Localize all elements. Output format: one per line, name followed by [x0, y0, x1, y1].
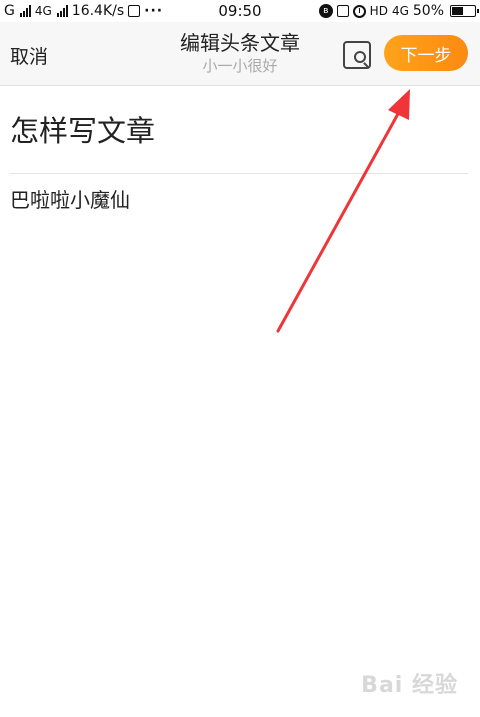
hd-label: HD [369, 4, 388, 18]
toolbar-title-group: 编辑头条文章 小一小很好 [140, 30, 340, 76]
preview-button[interactable] [343, 41, 371, 69]
status-right: ʙ HD 4G 50% [318, 3, 479, 19]
editor-toolbar: 取消 编辑头条文章 小一小很好 下一步 [0, 22, 480, 86]
signal-icon [19, 5, 31, 17]
article-body-field[interactable]: 巴啦啦小魔仙 [10, 184, 130, 213]
network-type-1: G [4, 3, 15, 19]
battery-fill [452, 7, 463, 15]
arrow-shaft [276, 110, 401, 333]
divider [10, 173, 468, 174]
bluetooth-icon: ʙ [318, 4, 333, 18]
vibrate-icon [336, 5, 349, 17]
battery-icon [450, 5, 479, 17]
network-speed: 16.4K/s [71, 3, 125, 19]
battery-percent: 50% [412, 3, 444, 19]
more-notifications-icon: ··· [144, 3, 164, 19]
article-title-field[interactable]: 怎样写文章 [10, 108, 155, 150]
notification-icon [128, 5, 141, 17]
page-title: 编辑头条文章 [180, 31, 300, 55]
alarm-icon [352, 4, 366, 18]
screen: G 4G 16.4K/s ··· 09:50 ʙ HD 4G 50% 取消 编辑… [0, 0, 480, 717]
status-bar: G 4G 16.4K/s ··· 09:50 ʙ HD 4G 50% [0, 0, 480, 22]
arrow-head [388, 89, 410, 120]
cancel-button[interactable]: 取消 [10, 42, 48, 69]
preview-search-icon [354, 51, 366, 63]
network-type-2: 4G [34, 4, 52, 18]
watermark-logo: Bai 经验 [361, 667, 458, 699]
status-left: G 4G 16.4K/s ··· [4, 3, 163, 19]
signal-icon-2 [56, 5, 68, 17]
network-type-right: 4G [391, 4, 409, 18]
next-step-button[interactable]: 下一步 [384, 35, 468, 71]
page-subtitle: 小一小很好 [202, 57, 278, 75]
watermark-text: Bai 经验 [361, 673, 458, 698]
